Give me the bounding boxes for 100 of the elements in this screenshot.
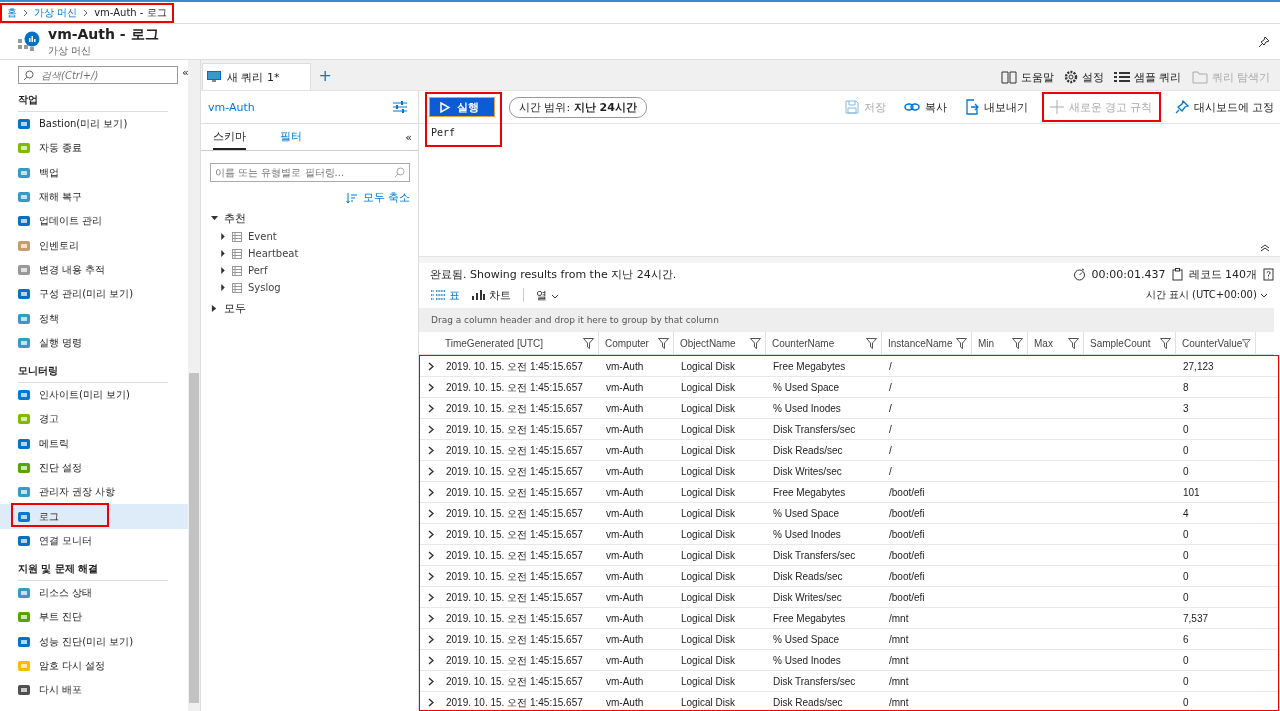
tile-icon: [17, 610, 31, 625]
breadcrumb-link[interactable]: 홈: [7, 5, 17, 20]
expand-chevron-icon[interactable]: [428, 445, 434, 455]
tree-node[interactable]: 모두: [201, 295, 418, 317]
breadcrumb-link[interactable]: 가상 머신: [34, 5, 78, 20]
expand-chevron-icon[interactable]: [428, 382, 434, 392]
column-header[interactable]: TimeGenerated [UTC]: [439, 332, 599, 354]
expand-chevron-icon[interactable]: [428, 550, 434, 560]
column-header[interactable]: ObjectName: [674, 332, 766, 354]
filter-icon[interactable]: [1160, 337, 1171, 349]
expand-chevron-icon[interactable]: [428, 487, 434, 497]
nav-item[interactable]: 업데이트 관리: [0, 209, 188, 234]
pin-icon[interactable]: [1258, 35, 1270, 48]
nav-item[interactable]: 재해 복구: [0, 184, 188, 210]
help-icon[interactable]: [1263, 267, 1274, 281]
collapse-button[interactable]: «: [182, 66, 188, 79]
filter-icon[interactable]: [750, 337, 761, 349]
sliders-icon[interactable]: [392, 100, 408, 114]
toolbar-button[interactable]: 도움말: [1001, 64, 1054, 90]
toolbar-button[interactable]: 복사: [899, 92, 951, 122]
nav-item[interactable]: 리소스 상태: [0, 581, 188, 606]
filter-icon[interactable]: [583, 337, 594, 349]
filter-icon[interactable]: [1242, 337, 1251, 349]
nav-item[interactable]: 관리자 권장 사항: [0, 480, 188, 505]
nav-item[interactable]: 진단 설정: [0, 455, 188, 481]
expand-chevron-icon[interactable]: [428, 403, 434, 413]
collapse-chevron-icon[interactable]: [1260, 244, 1270, 252]
nav-item[interactable]: 변경 내용 추적: [0, 257, 188, 283]
nav-item[interactable]: 인벤토리: [0, 233, 188, 258]
nav-item[interactable]: 경고: [0, 407, 188, 432]
nav-item[interactable]: 자동 종료: [0, 136, 188, 161]
column-header[interactable]: CounterValue: [1176, 332, 1256, 354]
column-header[interactable]: CounterName: [766, 332, 882, 354]
expand-chevron-icon[interactable]: [428, 466, 434, 476]
columns-dropdown[interactable]: 열: [536, 287, 559, 303]
table-node[interactable]: Heartbeat: [201, 244, 418, 261]
filter-icon[interactable]: [1068, 337, 1079, 349]
nav-item[interactable]: 부트 진단: [0, 605, 188, 630]
table-cell-text: vm-Auth: [605, 632, 645, 646]
table-node[interactable]: Syslog: [201, 278, 418, 295]
query-editor-text[interactable]: Perf: [431, 127, 456, 138]
expand-chevron-icon[interactable]: [428, 697, 434, 707]
column-header[interactable]: Max: [1028, 332, 1084, 354]
expand-chevron-icon[interactable]: [428, 529, 434, 539]
nav-item[interactable]: 실행 명령: [0, 330, 188, 355]
table-node[interactable]: Event: [201, 227, 418, 244]
scrollbar[interactable]: [188, 60, 200, 711]
table-node[interactable]: Perf: [201, 261, 418, 278]
nav-item[interactable]: Bastion(미리 보기): [0, 112, 188, 137]
nav-item[interactable]: 연결 모니터: [0, 528, 188, 554]
expand-chevron-icon[interactable]: [428, 634, 434, 644]
toolbar-button[interactable]: 내보내기: [960, 92, 1032, 122]
expand-chevron-icon[interactable]: [428, 655, 434, 665]
panel-tab[interactable]: 필터: [280, 124, 302, 150]
expand-chevron-icon[interactable]: [428, 508, 434, 518]
filter-icon[interactable]: [1012, 337, 1023, 349]
search-field[interactable]: 검색(Ctrl+/): [18, 66, 178, 84]
column-header[interactable]: SampleCount: [1084, 332, 1176, 354]
view-tab[interactable]: 차트: [472, 287, 511, 303]
expand-chevron-icon[interactable]: [428, 571, 434, 581]
toolbar-button[interactable]: 설정: [1064, 64, 1104, 90]
tree-node[interactable]: 추천: [201, 205, 418, 227]
nav-item[interactable]: 다시 배포: [0, 678, 188, 703]
panel-tab[interactable]: 스키마: [213, 124, 246, 150]
filter-field[interactable]: 이름 또는 유형별로 필터링...: [210, 163, 410, 182]
query-tab[interactable]: 새 쿼리 1*: [202, 63, 311, 90]
add-tab-button[interactable]: +: [310, 66, 340, 90]
nav-item[interactable]: 암호 다시 설정: [0, 653, 188, 679]
table-cell-text: Logical Disk: [680, 653, 736, 667]
run-button[interactable]: 실행: [429, 97, 495, 117]
nav-item[interactable]: 구성 관리(미리 보기): [0, 282, 188, 307]
nav-item[interactable]: 백업: [0, 160, 188, 185]
column-header[interactable]: InstanceName: [882, 332, 972, 354]
filter-icon[interactable]: [866, 337, 877, 349]
filter-icon[interactable]: [658, 337, 669, 349]
time-range-button[interactable]: 시간 범위: 지난 24시간: [509, 96, 647, 118]
toolbar-button[interactable]: 샘플 쿼리: [1114, 64, 1182, 90]
table-cell-text: Disk Writes/sec: [772, 464, 843, 478]
nav-item[interactable]: 정책: [0, 306, 188, 331]
column-header[interactable]: Min: [972, 332, 1028, 354]
nav-item[interactable]: 메트릭: [0, 431, 188, 456]
nav-item[interactable]: 인사이트(미리 보기): [0, 382, 188, 408]
table-cell-text: vm-Auth: [605, 380, 645, 394]
collapse-button[interactable]: «: [405, 130, 412, 144]
view-tab[interactable]: 표: [431, 287, 460, 303]
expand-chevron-icon[interactable]: [428, 361, 434, 371]
column-header[interactable]: Computer: [599, 332, 674, 354]
expand-chevron-icon[interactable]: [428, 592, 434, 602]
expand-chevron-icon[interactable]: [428, 676, 434, 686]
filter-icon[interactable]: [956, 337, 967, 349]
splitter-handle[interactable]: [419, 257, 1280, 263]
group-drop-zone[interactable]: Drag a column header and drop it here to group by that column: [419, 308, 1274, 332]
nav-item[interactable]: 로그: [0, 504, 188, 529]
nav-item[interactable]: 성능 진단(미리 보기): [0, 629, 188, 654]
toolbar-button[interactable]: 대시보드에 고정: [1170, 92, 1278, 122]
expand-chevron-icon[interactable]: [428, 613, 434, 623]
time-display-dropdown[interactable]: 시간 표시 (UTC+00:00): [1145, 288, 1268, 302]
expand-chevron-icon[interactable]: [428, 424, 434, 434]
collapse-all-button[interactable]: 모두 축소: [201, 182, 418, 205]
scope-link[interactable]: vm-Auth: [208, 100, 255, 114]
